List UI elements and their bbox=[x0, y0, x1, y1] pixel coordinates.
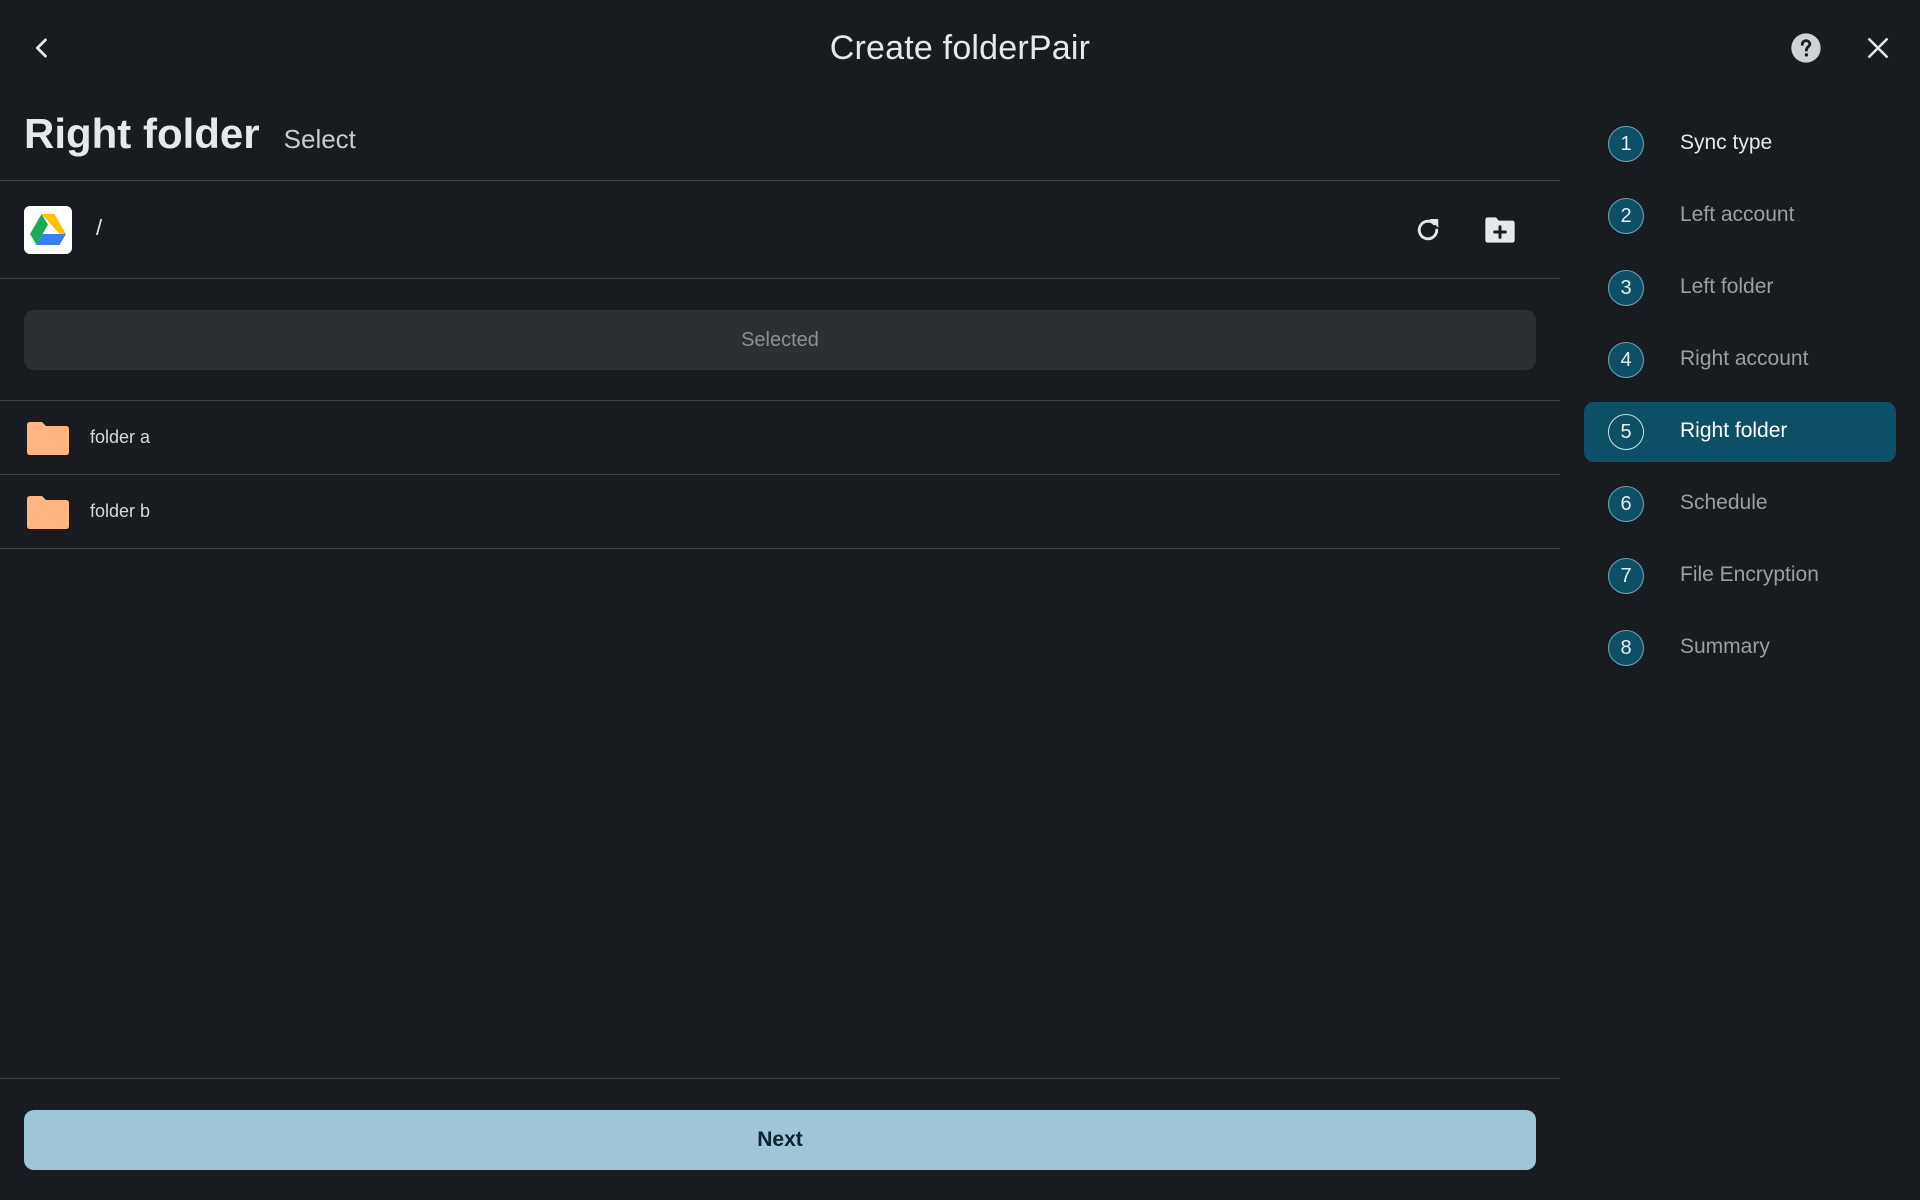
step-label: Sync type bbox=[1680, 131, 1773, 154]
help-button[interactable] bbox=[1782, 24, 1830, 72]
top-bar: Create folderPair bbox=[0, 0, 1920, 96]
step-number: 7 bbox=[1608, 558, 1644, 594]
folder-icon bbox=[27, 422, 69, 455]
step-label: Right account bbox=[1680, 347, 1809, 370]
dialog-title: Create folderPair bbox=[829, 29, 1091, 67]
step-right-account[interactable]: 4 Right account bbox=[1584, 330, 1896, 390]
divider bbox=[0, 1078, 1560, 1079]
google-drive-icon bbox=[30, 214, 66, 245]
current-path: / bbox=[96, 215, 103, 240]
step-label: File Encryption bbox=[1680, 563, 1819, 586]
account-logo bbox=[24, 206, 72, 254]
folder-item[interactable]: folder a bbox=[0, 401, 1560, 474]
step-number: 8 bbox=[1608, 630, 1644, 666]
step-number: 5 bbox=[1608, 414, 1644, 450]
folder-plus-icon bbox=[1485, 217, 1515, 243]
step-label: Summary bbox=[1680, 635, 1770, 658]
step-number: 1 bbox=[1608, 126, 1644, 162]
wizard-steps: 1 Sync type 2 Left account 3 Left folder… bbox=[1584, 114, 1896, 690]
folder-icon bbox=[27, 496, 69, 529]
selected-button[interactable]: Selected bbox=[24, 310, 1536, 370]
step-label: Left folder bbox=[1680, 275, 1774, 298]
step-number: 4 bbox=[1608, 342, 1644, 378]
step-label: Right folder bbox=[1680, 419, 1788, 442]
refresh-icon bbox=[1417, 219, 1439, 241]
heading-row: Right folder Select bbox=[24, 110, 356, 170]
step-summary[interactable]: 8 Summary bbox=[1584, 618, 1896, 678]
page-heading: Right folder bbox=[24, 110, 260, 157]
step-left-folder[interactable]: 3 Left folder bbox=[1584, 258, 1896, 318]
divider bbox=[0, 278, 1560, 279]
refresh-button[interactable] bbox=[1404, 206, 1452, 254]
step-label: Schedule bbox=[1680, 491, 1768, 514]
new-folder-button[interactable] bbox=[1476, 206, 1524, 254]
folder-name: folder a bbox=[90, 427, 151, 447]
step-label: Left account bbox=[1680, 203, 1795, 226]
folder-item[interactable]: folder b bbox=[0, 475, 1560, 548]
next-button[interactable]: Next bbox=[24, 1110, 1536, 1170]
step-number: 3 bbox=[1608, 270, 1644, 306]
step-left-account[interactable]: 2 Left account bbox=[1584, 186, 1896, 246]
step-right-folder[interactable]: 5 Right folder bbox=[1584, 402, 1896, 462]
step-number: 6 bbox=[1608, 486, 1644, 522]
folder-name: folder b bbox=[90, 501, 151, 521]
step-schedule[interactable]: 6 Schedule bbox=[1584, 474, 1896, 534]
path-row: / bbox=[0, 181, 1560, 279]
page-subheading: Select bbox=[283, 124, 356, 154]
step-file-encryption[interactable]: 7 File Encryption bbox=[1584, 546, 1896, 606]
step-sync-type[interactable]: 1 Sync type bbox=[1584, 114, 1896, 174]
close-button[interactable] bbox=[1854, 24, 1902, 72]
divider bbox=[0, 548, 1560, 549]
step-number: 2 bbox=[1608, 198, 1644, 234]
close-icon bbox=[1867, 37, 1889, 59]
help-circle-icon bbox=[1791, 33, 1821, 63]
folder-picker: Right folder Select / Selected folder a … bbox=[0, 96, 1560, 1200]
